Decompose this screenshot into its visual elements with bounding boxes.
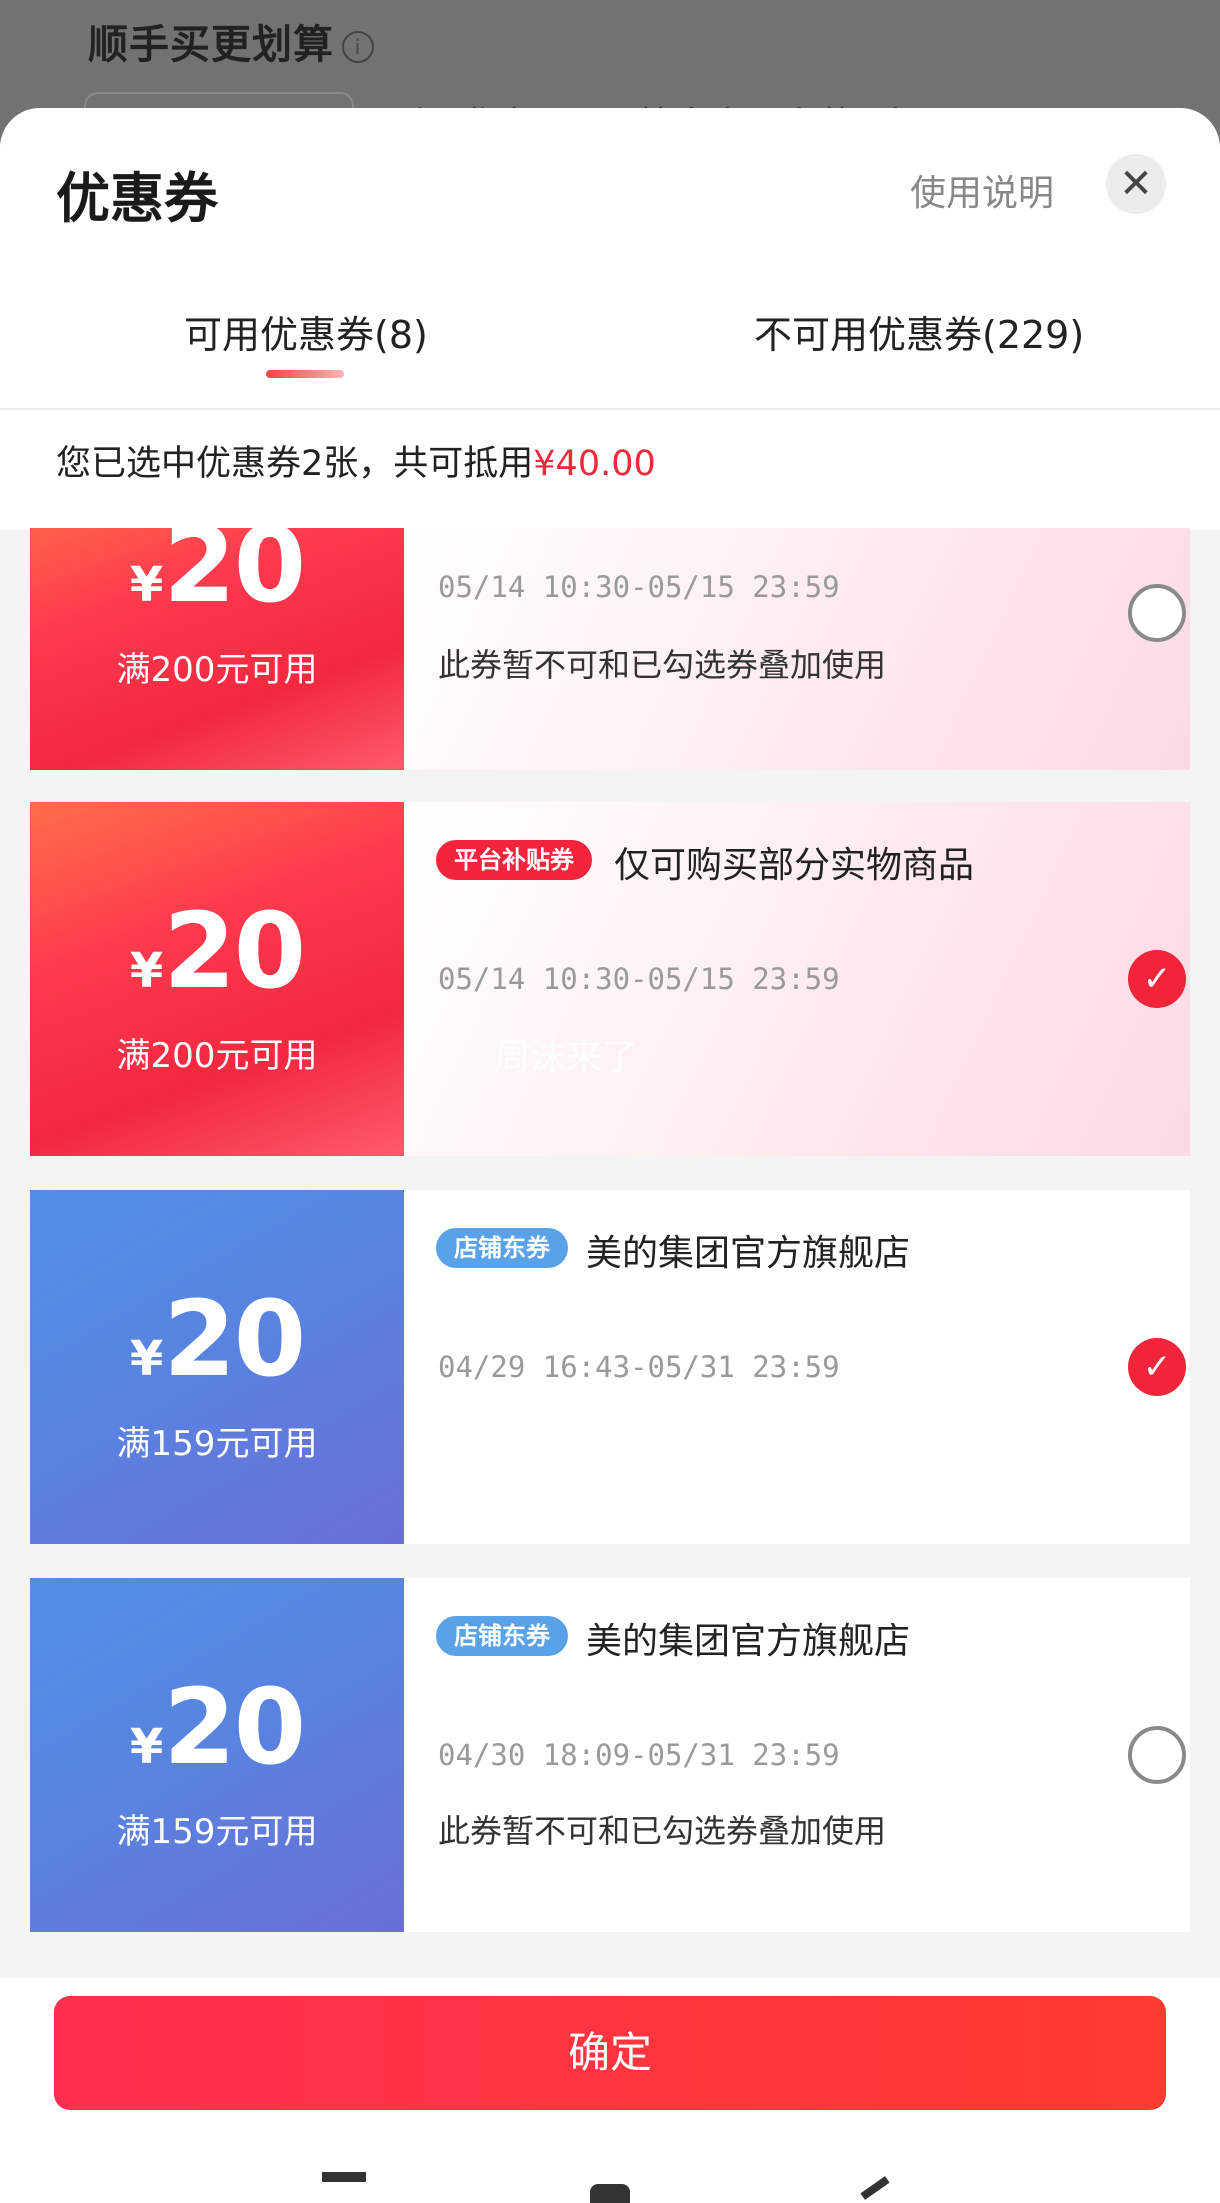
coupon-info: 店铺东券 美的集团官方旗舰店 04/30 18:09-05/31 23:59 此… [404,1578,1190,1932]
coupon-select-radio[interactable] [1128,584,1186,642]
coupon-card[interactable]: ¥20 满200元可用 05/14 10:30-05/15 23:59 此券暂不… [30,528,1190,770]
coupon-select-radio[interactable] [1128,1726,1186,1784]
close-icon[interactable]: ✕ [1106,154,1166,214]
coupon-value-panel: ¥20 满159元可用 [30,1578,404,1932]
coupon-amount: 20 [163,1278,306,1400]
usage-instructions-link[interactable]: 使用说明 [910,164,1054,216]
coupon-tag: 店铺东券 [436,1228,568,1268]
currency-symbol: ¥ [129,557,164,613]
coupon-card[interactable]: ¥20 满159元可用 店铺东券 美的集团官方旗舰店 04/30 18:09-0… [30,1578,1190,1932]
coupon-validity: 04/29 16:43-05/31 23:59 [438,1350,840,1384]
tab-available[interactable]: 可用优惠券(8) [184,304,428,359]
coupon-note: 此券暂不可和已勾选券叠加使用 [438,646,887,684]
coupon-value-panel: ¥20 满200元可用 [30,802,404,1156]
coupon-info: 平台补贴券 仅可购买部分实物商品 05/14 10:30-05/15 23:59… [404,802,1190,1156]
coupon-condition: 满159元可用 [116,1812,318,1852]
coupon-title: 美的集团官方旗舰店 [586,1621,911,1662]
coupon-condition: 满200元可用 [116,1036,318,1076]
currency-symbol: ¥ [129,1719,164,1775]
coupon-sheet: 优惠券 使用说明 ✕ 可用优惠券(8) 不可用优惠券(229) 您已选中优惠券2… [0,108,1220,2203]
sheet-header: 优惠券 使用说明 ✕ 可用优惠券(8) 不可用优惠券(229) [0,108,1220,408]
summary-text: 您已选中优惠券2张，共可抵用 [56,444,534,484]
coupon-condition: 满200元可用 [116,650,318,690]
coupon-validity: 04/30 18:09-05/31 23:59 [438,1738,840,1772]
coupon-tag: 平台补贴券 [436,840,592,880]
summary-amount: ¥40.00 [533,444,656,484]
menu-nav-icon[interactable] [322,2172,366,2182]
coupon-value-panel: ¥20 满159元可用 [30,1190,404,1544]
info-icon[interactable]: i [342,31,374,63]
tab-unavailable[interactable]: 不可用优惠券(229) [754,304,1084,359]
coupon-card[interactable]: ¥20 满159元可用 店铺东券 美的集团官方旗舰店 04/29 16:43-0… [30,1190,1190,1544]
confirm-button[interactable]: 确定 [54,1996,1166,2110]
coupon-tag: 店铺东券 [436,1616,568,1656]
coupon-card[interactable]: ¥20 满200元可用 平台补贴券 仅可购买部分实物商品 05/14 10:30… [30,802,1190,1156]
selection-summary: 您已选中优惠券2张，共可抵用¥40.00 [0,410,1220,530]
coupon-note: 此券暂不可和已勾选券叠加使用 [438,1812,887,1850]
coupon-amount: 20 [163,1666,306,1788]
watermark-text: 周沫来了 [494,1037,639,1078]
coupon-value-panel: ¥20 满200元可用 [30,528,404,770]
coupon-title: 美的集团官方旗舰店 [586,1233,911,1274]
coupon-info: 05/14 10:30-05/15 23:59 此券暂不可和已勾选券叠加使用 [404,528,1190,770]
coupon-amount: 20 [163,890,306,1012]
background-section-title: 顺手买更划算 i [88,12,374,70]
currency-symbol: ¥ [129,1331,164,1387]
page-title: 优惠券 [56,167,218,230]
coupon-validity: 05/14 10:30-05/15 23:59 [438,962,840,996]
coupon-title: 仅可购买部分实物商品 [614,845,975,886]
coupon-list[interactable]: ¥20 满200元可用 05/14 10:30-05/15 23:59 此券暂不… [30,528,1190,1946]
home-nav-icon[interactable] [590,2184,630,2203]
coupon-info: 店铺东券 美的集团官方旗舰店 04/29 16:43-05/31 23:59 ✓ [404,1190,1190,1544]
coupon-amount: 20 [163,528,306,626]
coupon-condition: 满159元可用 [116,1424,318,1464]
coupon-validity: 05/14 10:30-05/15 23:59 [438,570,840,604]
currency-symbol: ¥ [129,943,164,999]
tab-active-indicator [266,370,344,378]
check-icon[interactable]: ✓ [1128,1338,1186,1396]
check-icon[interactable]: ✓ [1128,950,1186,1008]
